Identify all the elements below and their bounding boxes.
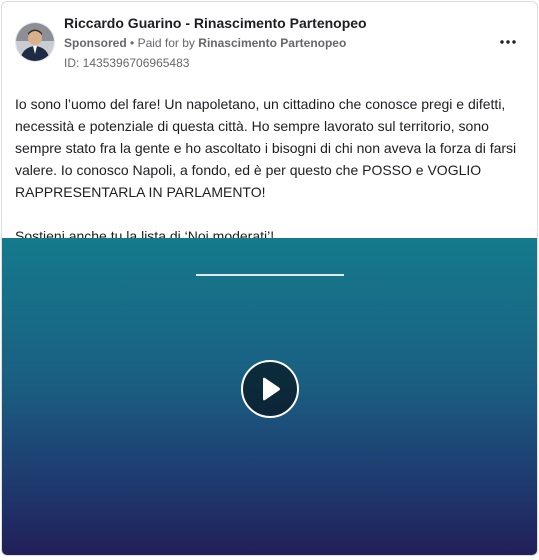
separator: • (130, 36, 135, 50)
paid-for-prefix: Paid for by (137, 36, 195, 50)
ad-id: ID: 1435396706965483 (64, 56, 190, 70)
avatar-image (16, 23, 54, 61)
ad-header: Riccardo Guarino - Rinascimento Partenop… (2, 2, 537, 82)
video-title-line (196, 274, 344, 276)
paid-for-by: Rinascimento Partenopeo (198, 36, 347, 50)
sponsored-label: Sponsored (64, 36, 127, 50)
avatar[interactable] (15, 22, 55, 62)
play-icon (263, 377, 280, 401)
video-player[interactable] (2, 238, 537, 555)
more-horizontal-icon (500, 40, 516, 44)
body-paragraph: Io sono l’uomo del fare! Un napoletano, … (15, 96, 517, 200)
page-name[interactable]: Riccardo Guarino - Rinascimento Partenop… (64, 15, 367, 31)
more-options-button[interactable] (496, 32, 520, 52)
play-button[interactable] (241, 360, 299, 418)
sponsored-row: Sponsored • Paid for by Rinascimento Par… (64, 36, 346, 50)
ad-card: Riccardo Guarino - Rinascimento Partenop… (1, 1, 538, 556)
